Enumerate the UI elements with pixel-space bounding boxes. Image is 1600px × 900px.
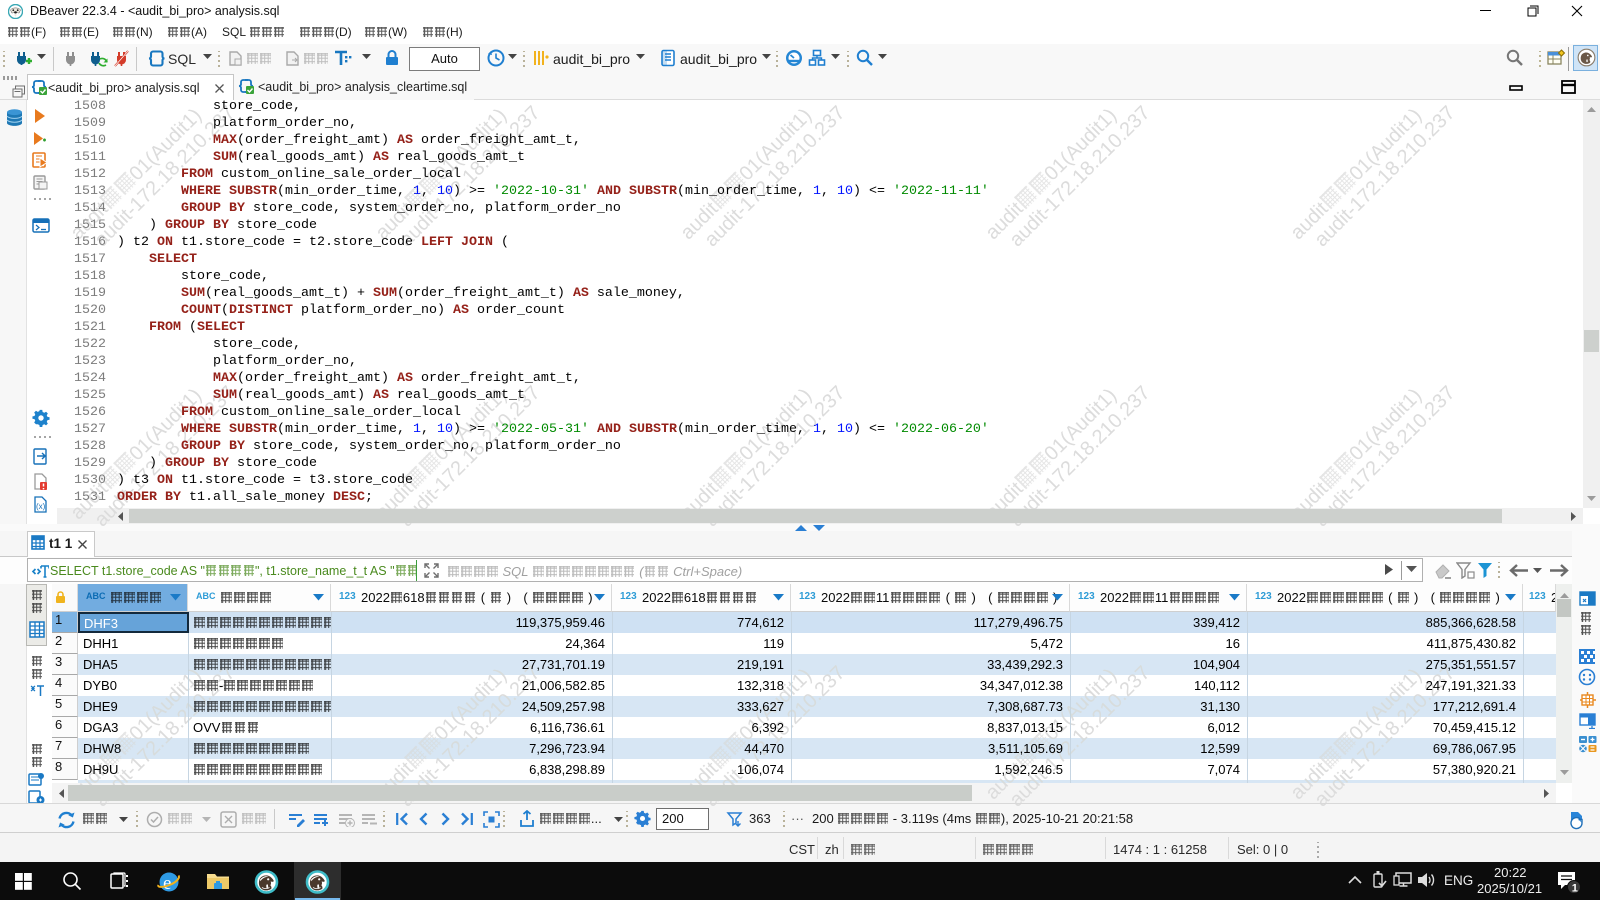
svg-text:e: e bbox=[163, 873, 171, 894]
svg-text:1: 1 bbox=[1572, 883, 1578, 895]
svg-text:(x): (x) bbox=[36, 502, 46, 511]
